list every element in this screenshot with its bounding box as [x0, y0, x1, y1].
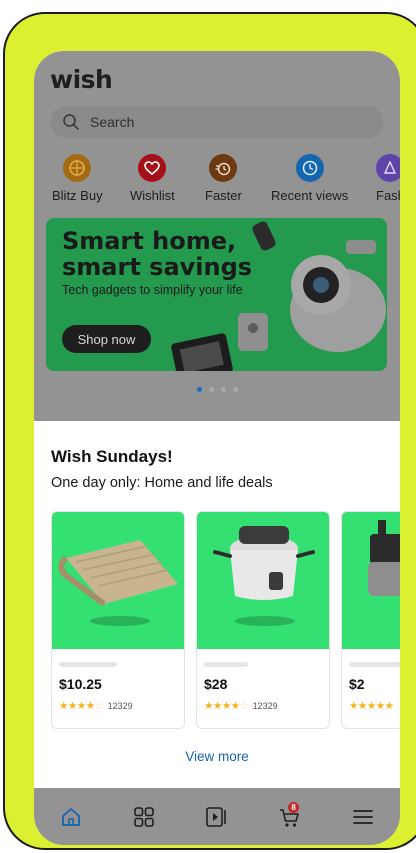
carousel-dot[interactable] — [208, 387, 214, 392]
carousel-dot-active[interactable] — [196, 387, 202, 392]
carousel-indicator — [34, 387, 400, 392]
product-card[interactable]: $28 ★★★★☆ 12329 — [196, 511, 330, 729]
category-faster[interactable]: Faster — [205, 154, 242, 203]
promo-banner[interactable]: Smart home, smart savings Tech gadgets t… — [46, 218, 387, 371]
product-image — [342, 512, 400, 649]
app-screen: wish Search Blitz Buy Wishlist Faster Re… — [34, 51, 400, 845]
cart-badge: 8 — [288, 801, 300, 813]
category-row: Blitz Buy Wishlist Faster Recent views F… — [34, 154, 400, 214]
banner-title-line: smart savings — [62, 253, 253, 281]
bottom-navigation: 8 — [34, 788, 400, 845]
search-placeholder: Search — [90, 114, 135, 130]
carousel-dot[interactable] — [220, 387, 226, 392]
banner-title: Smart home, smart savings — [62, 228, 252, 280]
product-rating: ★★★★☆ 12329 — [59, 700, 133, 712]
product-image — [197, 512, 329, 649]
nav-video[interactable] — [202, 802, 232, 832]
search-icon — [63, 114, 79, 130]
category-fashion[interactable]: Fash — [376, 154, 400, 203]
category-label: Faster — [205, 188, 242, 203]
banner-subtitle: Tech gadgets to simplify your life — [62, 283, 243, 297]
wish-logo: wish — [50, 65, 113, 94]
fast-delivery-icon — [209, 154, 238, 182]
heart-icon — [138, 154, 167, 182]
nav-categories[interactable] — [129, 802, 159, 832]
nav-home[interactable] — [56, 802, 86, 832]
category-wishlist[interactable]: Wishlist — [130, 154, 175, 203]
product-rating: ★★★★★ — [349, 700, 394, 712]
category-label: Wishlist — [130, 188, 175, 203]
woven-mat-image — [58, 540, 178, 607]
placeholder-bar — [59, 662, 117, 667]
placeholder-bar — [204, 662, 248, 667]
product-rating: ★★★★☆ 12329 — [204, 700, 278, 712]
phone-frame: wish Search Blitz Buy Wishlist Faster Re… — [3, 12, 416, 850]
product-price: $2 — [349, 676, 365, 692]
dimmed-header-area: wish Search Blitz Buy Wishlist Faster Re… — [34, 51, 400, 421]
review-count: 12329 — [107, 701, 133, 711]
view-more-link[interactable]: View more — [34, 749, 400, 764]
blitz-buy-icon — [63, 154, 92, 182]
category-label: Fash — [376, 188, 400, 203]
product-card[interactable]: $2 ★★★★★ — [341, 511, 400, 729]
video-icon — [206, 806, 226, 827]
product-image — [52, 512, 184, 649]
banner-title-line: Smart home, — [62, 227, 237, 255]
review-count: 12329 — [252, 701, 278, 711]
category-blitz-buy[interactable]: Blitz Buy — [52, 154, 103, 203]
star-rating-icon: ★★★★★ — [349, 700, 394, 712]
product-price: $10.25 — [59, 676, 102, 692]
section-subtitle: One day only: Home and life deals — [51, 475, 273, 491]
menu-icon — [353, 809, 374, 824]
star-rating-icon: ★★★★☆ — [59, 700, 104, 712]
product-card[interactable]: $10.25 ★★★★☆ 12329 — [51, 511, 185, 729]
carousel-dot[interactable] — [232, 387, 238, 392]
nav-menu[interactable] — [348, 802, 378, 832]
home-icon — [61, 807, 80, 826]
star-rating-icon: ★★★★☆ — [204, 700, 249, 712]
search-input[interactable]: Search — [50, 106, 383, 138]
nav-cart[interactable]: 8 — [275, 801, 305, 832]
shop-now-button[interactable]: Shop now — [62, 325, 151, 353]
categories-grid-icon — [133, 806, 154, 827]
category-label: Recent views — [271, 188, 349, 203]
blender-image — [368, 520, 400, 596]
category-label: Blitz Buy — [52, 188, 103, 203]
product-price: $28 — [204, 676, 228, 692]
section-title: Wish Sundays! — [51, 447, 173, 466]
clock-icon — [295, 154, 324, 182]
fashion-icon — [376, 154, 400, 182]
rice-cooker-image — [213, 526, 315, 600]
category-recent-views[interactable]: Recent views — [271, 154, 348, 203]
placeholder-bar — [349, 662, 400, 667]
